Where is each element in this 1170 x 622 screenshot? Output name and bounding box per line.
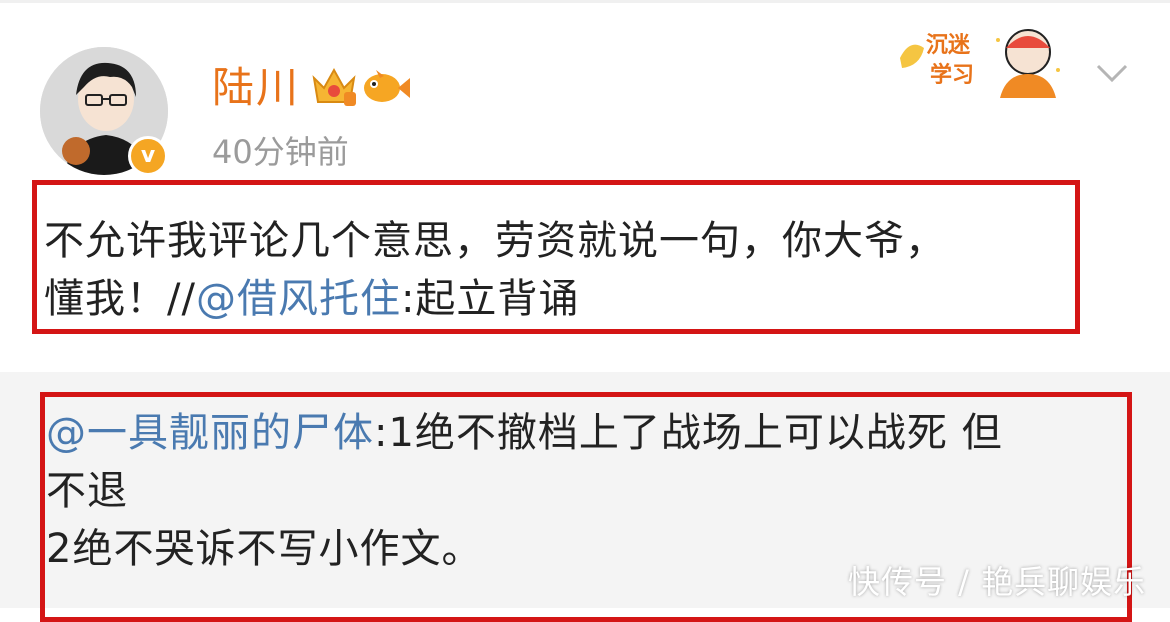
mention-link[interactable]: @借风托住 xyxy=(196,276,401,322)
post-content-line2: 懂我！//@借风托住:起立背诵 xyxy=(44,270,1084,328)
quoted-line2: 不退 xyxy=(46,468,128,514)
crown-icon[interactable] xyxy=(310,64,358,110)
chevron-down-icon[interactable] xyxy=(1092,58,1132,88)
svg-text:沉迷: 沉迷 xyxy=(926,33,971,58)
study-sticker: 沉迷 学习 xyxy=(880,18,1070,100)
fish-icon[interactable] xyxy=(360,66,410,108)
quoted-mention-link[interactable]: @一具靓丽的尸体 xyxy=(46,410,374,456)
quoted-line1-text: :1绝不撤档上了战场上可以战死 但 xyxy=(374,410,1003,456)
quoted-content: @一具靓丽的尸体:1绝不撤档上了战场上可以战死 但 不退 2绝不哭诉不写小作文。 xyxy=(46,404,1126,578)
post-content-line1: 不允许我评论几个意思，劳资就说一句，你大爷， xyxy=(44,218,946,264)
post-content: 不允许我评论几个意思，劳资就说一句，你大爷， 懂我！//@借风托住:起立背诵 xyxy=(44,212,1084,328)
top-divider xyxy=(0,0,1170,3)
quoted-line1: @一具靓丽的尸体:1绝不撤档上了战场上可以战死 但 xyxy=(46,404,1126,462)
weibo-post: v 陆川 40分钟前 沉迷 学习 不允许我评论几个意思，劳资就说一句，你大爷， … xyxy=(0,0,1170,372)
username[interactable]: 陆川 xyxy=(212,60,300,116)
post-timestamp: 40分钟前 xyxy=(212,133,349,171)
watermark: 快传号 / 艳兵聊娱乐 xyxy=(848,563,1147,601)
post-content-line2-prefix: 懂我！// xyxy=(44,276,196,322)
verified-badge: v xyxy=(128,136,168,176)
post-content-line2-suffix: :起立背诵 xyxy=(400,276,580,322)
svg-text:学习: 学习 xyxy=(930,62,974,88)
